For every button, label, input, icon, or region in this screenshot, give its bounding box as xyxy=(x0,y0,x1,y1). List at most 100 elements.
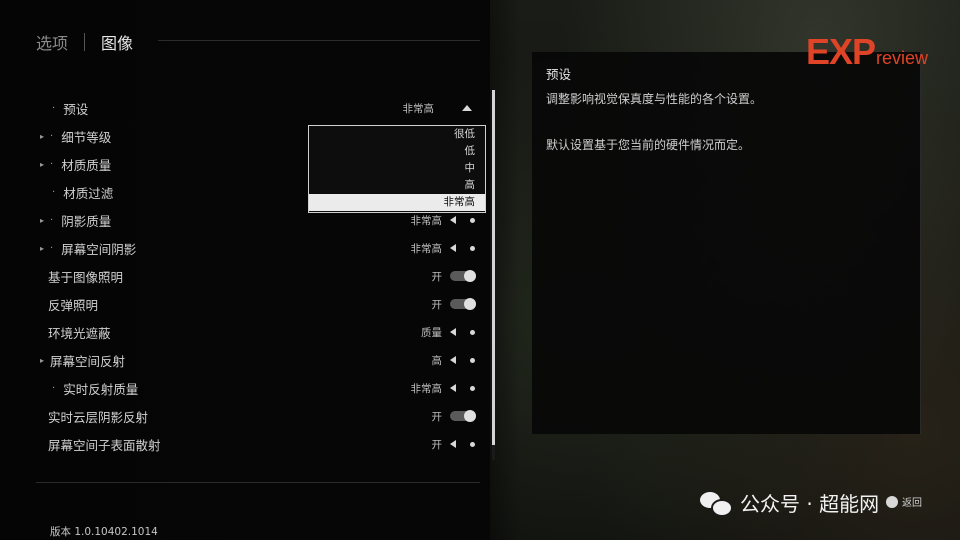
setting-value: 开 xyxy=(431,298,443,311)
setting-row[interactable]: ▸ · 屏幕空间阴影 非常高 xyxy=(36,234,480,262)
setting-value: 非常高 xyxy=(402,102,435,115)
setting-label: 阴影质量 xyxy=(61,213,112,229)
dropdown-option[interactable]: 高 xyxy=(309,177,485,194)
dropdown-option[interactable]: 非常高 xyxy=(309,194,485,211)
toggle-knob xyxy=(464,410,476,422)
footer-divider xyxy=(36,482,480,483)
setting-label-wrap: ▸ 屏幕空间反射 xyxy=(40,351,125,370)
sub-item-dot-icon: · xyxy=(50,214,54,226)
toggle-switch[interactable] xyxy=(450,410,476,422)
setting-value: 非常高 xyxy=(410,214,443,227)
toggle-switch[interactable] xyxy=(450,298,476,310)
version-label: 版本 1.0.10402.1014 xyxy=(50,526,158,538)
setting-label: 屏幕空间反射 xyxy=(50,353,126,369)
setting-row[interactable]: · 预设 非常高 xyxy=(36,94,480,122)
setting-label-wrap: ▸ · 阴影质量 xyxy=(40,211,111,230)
setting-label: 材质质量 xyxy=(61,157,112,173)
option-indicator-icon xyxy=(470,441,475,447)
option-indicator-icon xyxy=(470,245,475,251)
setting-label: 屏幕空间阴影 xyxy=(61,241,137,257)
header-divider xyxy=(158,40,480,41)
dropdown-option[interactable]: 低 xyxy=(309,143,485,160)
description-panel: 预设 调整影响视觉保真度与性能的各个设置。 默认设置基于您当前的硬件情况而定。 xyxy=(532,52,921,434)
toggle-knob xyxy=(464,270,476,282)
logo-review-text: review xyxy=(876,48,929,68)
back-button[interactable]: 返回 xyxy=(886,494,922,509)
description-note: 默认设置基于您当前的硬件情况而定。 xyxy=(546,138,751,152)
option-indicator-icon xyxy=(470,217,475,223)
back-label: 返回 xyxy=(902,498,922,509)
tab-graphics[interactable]: 图像 xyxy=(101,30,133,54)
sub-item-dot-icon: · xyxy=(52,382,56,394)
setting-label-wrap: · 材质过滤 xyxy=(52,183,113,202)
watermark-text: 公众号 · 超能网 xyxy=(740,492,880,516)
setting-label: 细节等级 xyxy=(61,129,112,145)
setting-value: 非常高 xyxy=(410,242,443,255)
scrollbar[interactable] xyxy=(492,90,495,460)
setting-value: 开 xyxy=(431,438,443,451)
setting-row[interactable]: 反弹照明 开 xyxy=(36,290,480,318)
previous-option-icon[interactable] xyxy=(450,244,456,252)
option-indicator-icon xyxy=(470,357,475,363)
sub-item-dot-icon: · xyxy=(50,158,54,170)
setting-label-wrap: ▸ · 屏幕空间阴影 xyxy=(40,239,136,258)
setting-label-wrap: · 实时反射质量 xyxy=(52,379,138,398)
option-indicator-icon xyxy=(470,329,475,335)
previous-option-icon[interactable] xyxy=(450,384,456,392)
setting-label: 环境光遮蔽 xyxy=(48,325,111,341)
tab-divider xyxy=(84,33,86,51)
expand-arrow-icon[interactable]: ▸ xyxy=(40,132,44,141)
expand-arrow-icon[interactable]: ▸ xyxy=(40,160,44,169)
preset-dropdown[interactable]: 很低低中高非常高 xyxy=(308,125,486,213)
setting-label-wrap: 屏幕空间子表面散射 xyxy=(48,435,161,454)
setting-row[interactable]: · 实时反射质量 非常高 xyxy=(36,374,480,402)
expreview-logo: EXP review xyxy=(806,34,928,70)
previous-option-icon[interactable] xyxy=(450,440,456,448)
setting-row[interactable]: 实时云层阴影反射 开 xyxy=(36,402,480,430)
toggle-switch[interactable] xyxy=(450,270,476,282)
scrollbar-thumb[interactable] xyxy=(492,90,495,445)
sub-item-dot-icon: · xyxy=(50,242,54,254)
setting-label: 材质过滤 xyxy=(63,185,114,201)
setting-value: 质量 xyxy=(421,326,442,339)
setting-label-wrap: 反弹照明 xyxy=(48,295,98,314)
logo-exp-text: EXP xyxy=(806,31,876,72)
setting-label: 基于图像照明 xyxy=(48,269,124,285)
setting-value: 开 xyxy=(431,270,443,283)
collapse-up-icon[interactable] xyxy=(462,105,472,111)
option-indicator-icon xyxy=(470,385,475,391)
toggle-knob xyxy=(464,298,476,310)
setting-label-wrap: ▸ · 细节等级 xyxy=(40,127,111,146)
sub-item-dot-icon: · xyxy=(52,102,56,114)
setting-row[interactable]: 基于图像照明 开 xyxy=(36,262,480,290)
expand-arrow-icon[interactable]: ▸ xyxy=(40,216,44,225)
expand-arrow-icon[interactable]: ▸ xyxy=(40,244,44,253)
wechat-watermark: 公众号 · 超能网 xyxy=(700,488,879,517)
dropdown-option[interactable]: 中 xyxy=(309,160,485,177)
expand-arrow-icon[interactable]: ▸ xyxy=(40,356,44,365)
description-text: 调整影响视觉保真度与性能的各个设置。 xyxy=(546,92,763,106)
dropdown-option[interactable]: 很低 xyxy=(309,126,485,143)
setting-value: 高 xyxy=(431,354,443,367)
previous-option-icon[interactable] xyxy=(450,216,456,224)
setting-label-wrap: · 预设 xyxy=(52,99,88,118)
setting-label-wrap: 基于图像照明 xyxy=(48,267,123,286)
setting-label: 预设 xyxy=(63,101,89,117)
sub-item-dot-icon: · xyxy=(52,186,56,198)
setting-row[interactable]: 屏幕空间子表面散射 开 xyxy=(36,430,480,458)
button-circle-icon xyxy=(886,495,898,508)
setting-row[interactable]: 环境光遮蔽 质量 xyxy=(36,318,480,346)
tab-bar: 选项 图像 xyxy=(36,30,133,54)
tab-options[interactable]: 选项 xyxy=(36,30,68,54)
previous-option-icon[interactable] xyxy=(450,328,456,336)
setting-label: 反弹照明 xyxy=(48,297,99,313)
setting-label-wrap: 实时云层阴影反射 xyxy=(48,407,148,426)
previous-option-icon[interactable] xyxy=(450,356,456,364)
setting-label: 屏幕空间子表面散射 xyxy=(48,437,161,453)
setting-label: 实时云层阴影反射 xyxy=(48,409,149,425)
setting-row[interactable]: ▸ 屏幕空间反射 高 xyxy=(36,346,480,374)
setting-label-wrap: ▸ · 材质质量 xyxy=(40,155,111,174)
setting-label: 实时反射质量 xyxy=(63,381,139,397)
sub-item-dot-icon: · xyxy=(50,130,54,142)
setting-label-wrap: 环境光遮蔽 xyxy=(48,323,111,342)
